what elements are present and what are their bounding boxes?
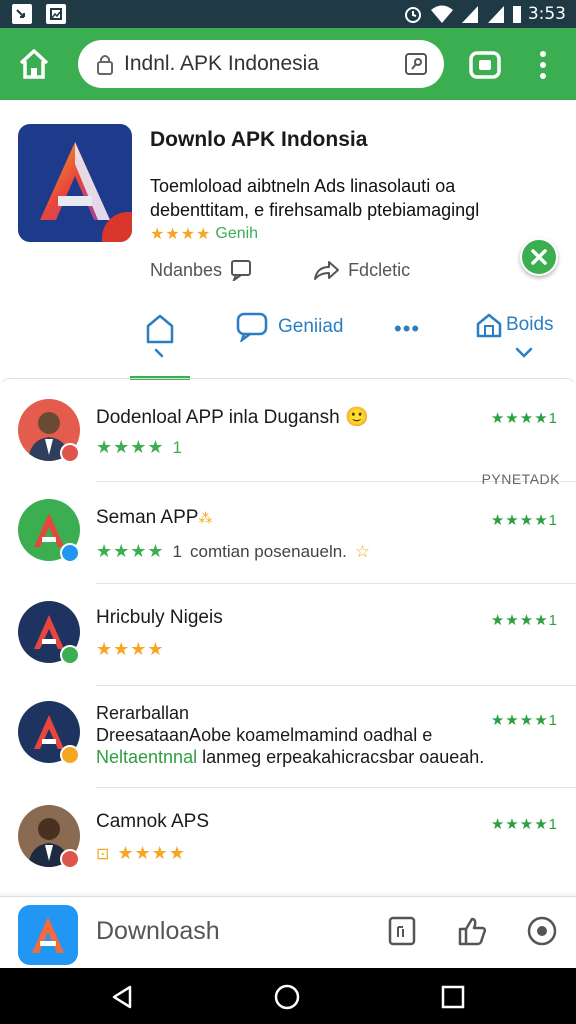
share-icon	[314, 261, 340, 280]
sub-stars: ★★★★	[96, 541, 165, 561]
sub-stars: ★★★★	[117, 843, 186, 863]
list-item[interactable]: Hricbuly Nigeis ★★★★1 ★★★★	[0, 599, 576, 689]
list-item-title: Camnok APS	[96, 811, 209, 832]
list-item-title: Rerarballan	[96, 703, 190, 723]
lock-icon	[97, 55, 113, 75]
signal-icon-2	[487, 6, 504, 23]
tab-bar: Geniiad ••• Boids	[0, 300, 576, 380]
avatar-badge	[60, 443, 80, 463]
thumbs-up-icon[interactable]	[456, 915, 488, 947]
alarm-icon	[404, 7, 421, 23]
close-button[interactable]	[520, 238, 558, 276]
avatar-badge	[60, 745, 80, 765]
bottom-label: Downloash	[96, 917, 220, 945]
comment-icon	[231, 260, 252, 281]
battery-icon	[512, 6, 521, 23]
tab-general-label: Geniiad	[278, 316, 344, 337]
overflow-menu-icon[interactable]	[530, 48, 556, 82]
divider	[96, 583, 576, 584]
list-item-sub: ★★★★	[96, 639, 165, 660]
clock: 3:53	[527, 4, 566, 24]
list-item[interactable]: Camnok APS ★★★★1 ⊡ ★★★★	[0, 803, 576, 893]
list-item-rating: ★★★★1	[490, 410, 558, 427]
list-item[interactable]: Seman APP⁂ ★★★★1 ★★★★ 1 comtian posenauel…	[0, 497, 576, 587]
address-bar[interactable]: Indnl. APK Indonesia	[78, 40, 444, 88]
app-rating: ★★★★ Genih	[150, 224, 258, 244]
sub-stars: ★★★★	[96, 639, 165, 659]
badge-icon: ⊡	[96, 844, 110, 863]
sparkle-icon: ⁂	[198, 511, 213, 527]
tab-general[interactable]: Geniiad	[236, 312, 344, 342]
avatar-badge	[60, 543, 80, 563]
app-logo	[18, 124, 132, 242]
rating-stars: ★★★★	[150, 226, 212, 243]
app-actions: Ndanbes Fdcletic	[150, 258, 410, 282]
chat-icon	[236, 312, 268, 342]
url-text: Indnl. APK Indonesia	[124, 52, 319, 75]
star-outline-icon: ☆	[354, 541, 371, 562]
clipboard-icon[interactable]	[386, 915, 418, 947]
chevron-down-icon[interactable]	[514, 346, 534, 360]
record-icon[interactable]	[526, 915, 558, 947]
list-item-rating: ★★★★1	[490, 816, 558, 833]
home-icon[interactable]	[16, 46, 52, 82]
browser-toolbar: Indnl. APK Indonesia	[0, 28, 576, 100]
divider	[96, 787, 576, 788]
home-house-icon	[146, 314, 174, 358]
system-nav-bar	[0, 968, 576, 1024]
page-icon[interactable]	[404, 52, 428, 76]
rating-text: Genih	[215, 225, 259, 242]
app-title: Downlo APK Indonsia	[150, 128, 368, 151]
tabs-icon[interactable]	[468, 48, 502, 82]
list-item-line2: DreesataanAobe koamelmamind oadhal e	[96, 725, 433, 745]
bottom-app-logo[interactable]	[18, 905, 78, 965]
list-item[interactable]: Rerarballan DreesataanAobe koamelmamind …	[0, 699, 576, 789]
notification-icon	[12, 4, 32, 24]
list-item-line3: Neltaentnnal lanmeg erpeakahicracsbar oa…	[96, 747, 485, 767]
share-label: Fdcletic	[348, 259, 411, 280]
tab-home[interactable]	[130, 310, 190, 380]
circle-home-icon[interactable]	[274, 984, 300, 1010]
sub-stars: ★★★★	[96, 437, 165, 457]
comments-action[interactable]: Ndanbes	[150, 259, 254, 281]
list-item-rating: ★★★★1	[490, 712, 558, 729]
app-list: Dodenloal APP inla Dugansh 🙂 ★★★★1 ★★★★ 1…	[0, 378, 576, 896]
avatar-badge	[60, 645, 80, 665]
avatar-badge	[60, 849, 80, 869]
close-icon	[531, 249, 547, 265]
status-bar: 3:53	[0, 0, 576, 28]
sub-text: comtian posenaueln.	[190, 541, 347, 561]
list-item-title: Hricbuly Nigeis	[96, 607, 223, 628]
recents-icon[interactable]	[440, 984, 466, 1010]
back-icon[interactable]	[110, 984, 136, 1010]
share-action[interactable]: Fdcletic	[312, 258, 410, 282]
list-item-title: Seman APP⁂	[96, 507, 213, 528]
tab-more[interactable]: •••	[394, 316, 420, 342]
list-item-sub: ★★★★ 1 comtian posenaueln. ☆	[96, 541, 371, 562]
gallery-icon	[46, 4, 66, 24]
side-tag: PYNETADK	[481, 471, 560, 487]
signal-icon	[461, 6, 478, 23]
divider	[96, 685, 576, 686]
list-item-sub: ★★★★ 1	[96, 437, 183, 457]
bottom-app-bar: Downloash	[0, 896, 576, 968]
list-item-title: Dodenloal APP inla Dugansh 🙂	[96, 406, 369, 428]
app-description: Toemloload aibtneln Ads linasolauti oa d…	[150, 176, 480, 220]
wifi-icon	[430, 5, 453, 23]
list-item-sub: ⊡ ★★★★	[96, 843, 186, 864]
house-icon	[476, 313, 502, 338]
comments-label: Ndanbes	[150, 259, 223, 280]
emoji-icon: 🙂	[344, 406, 369, 428]
tab-boids[interactable]: Boids	[476, 312, 554, 338]
list-item-rating: ★★★★1	[490, 612, 558, 629]
tab-boids-label: Boids	[506, 314, 554, 335]
list-item-rating: ★★★★1	[490, 512, 558, 529]
